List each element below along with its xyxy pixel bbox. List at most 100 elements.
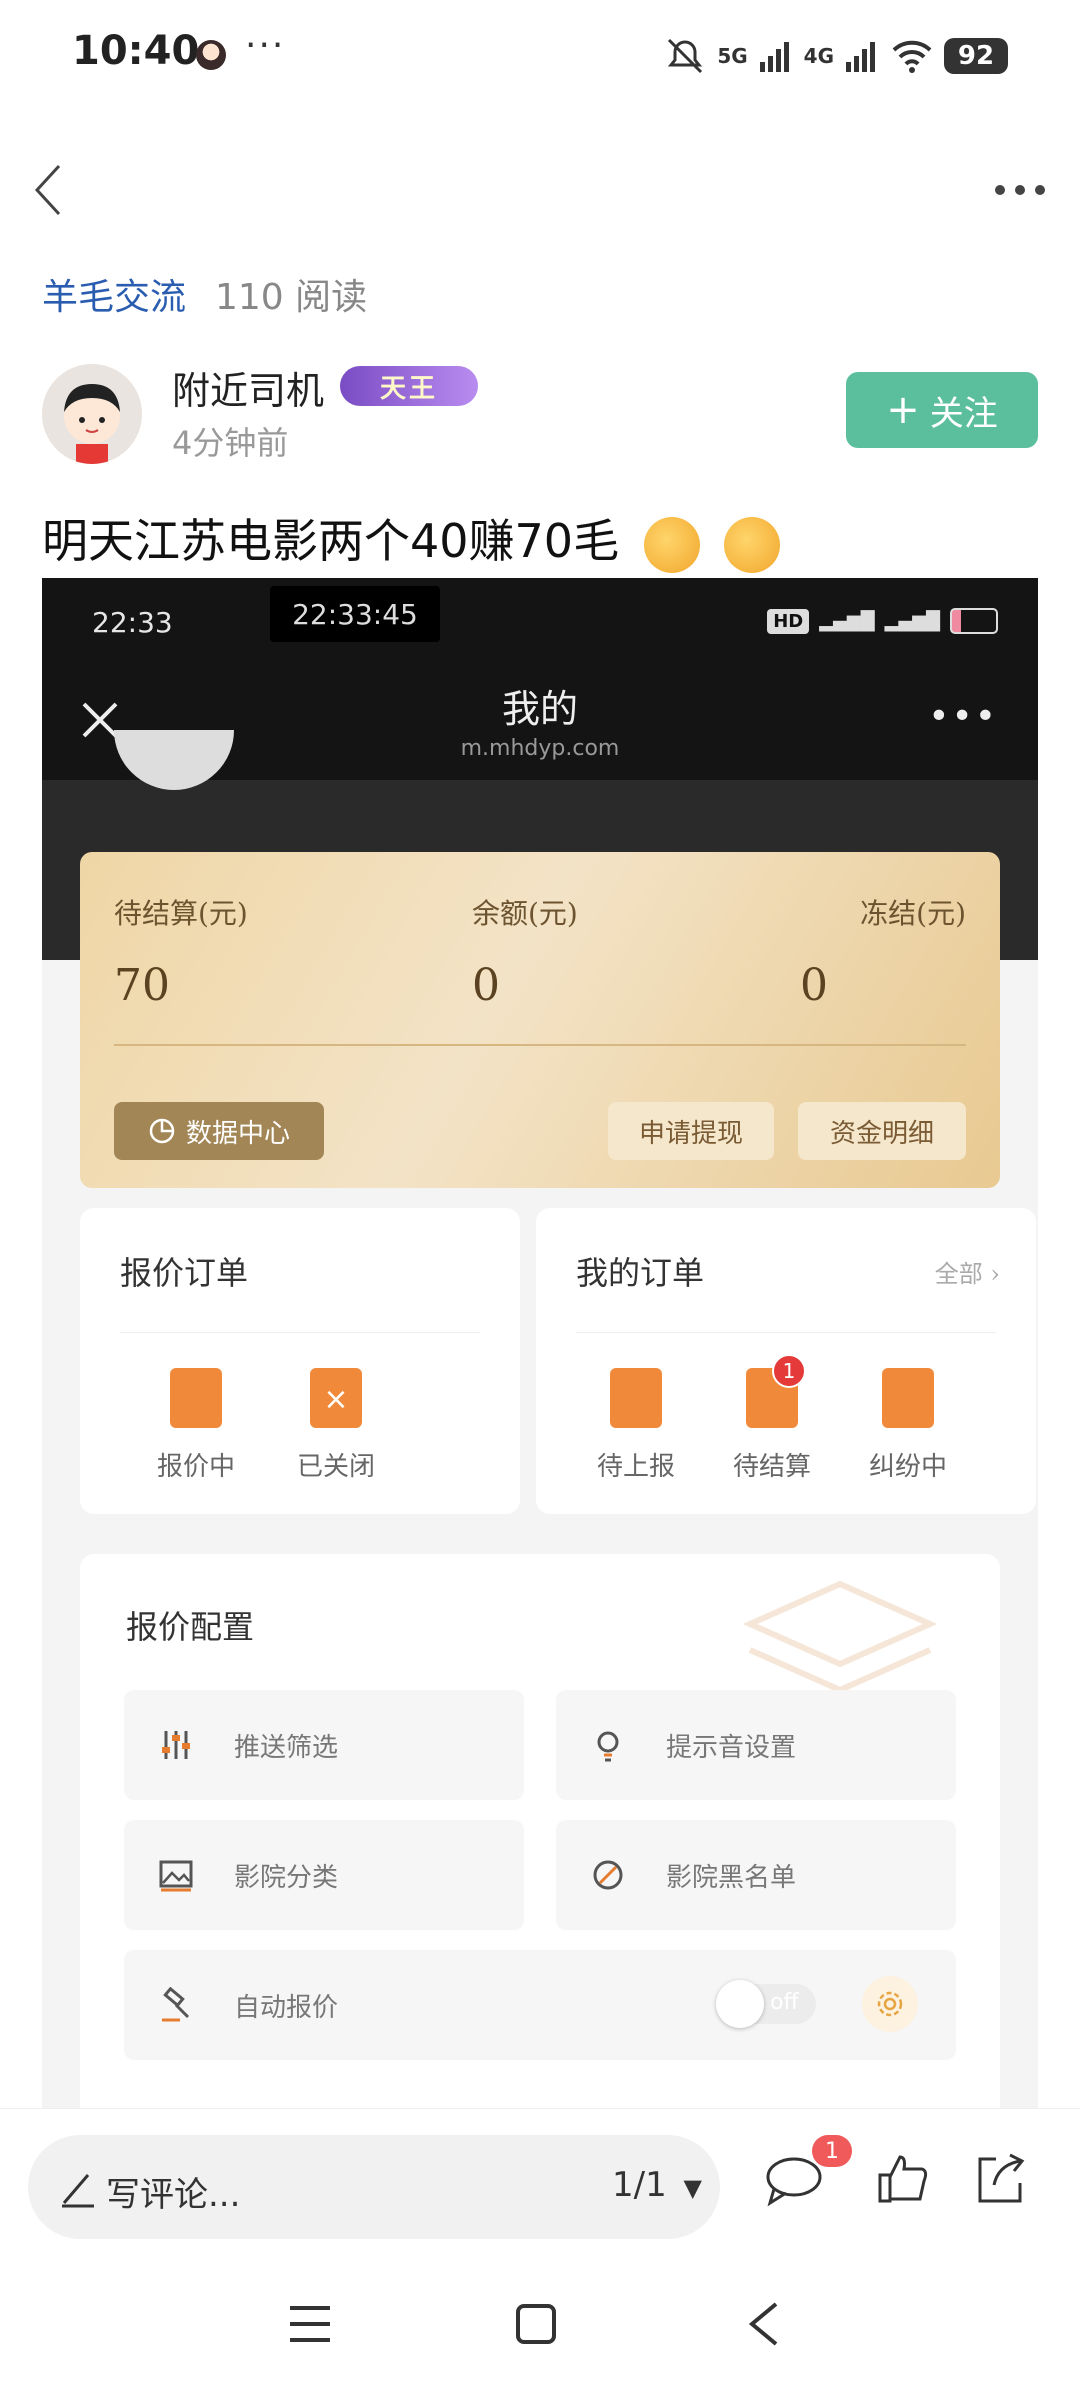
menu-icon[interactable] [286,2302,334,2346]
closed-item[interactable]: × 已关闭 [276,1368,396,1483]
closed-label: 已关闭 [296,1452,375,1482]
gavel-document-icon [170,1368,222,1428]
to-settle-badge: 1 [772,1354,806,1388]
to-settle-item[interactable]: 1 待结算 [712,1354,832,1483]
quote-config-title: 报价配置 [126,1608,255,1646]
chevron-right-icon: › [990,1260,1000,1288]
signal-bars-icon [759,42,789,72]
shot-status-time: 22:33 [92,606,173,639]
wallet-divider [114,1044,966,1046]
quoting-item[interactable]: 报价中 [136,1368,256,1483]
home-square-icon[interactable] [514,2302,558,2346]
pencil-icon [62,2174,94,2208]
follow-button[interactable]: + 关注 [846,372,1038,448]
avatar-illustration [42,364,142,464]
closed-document-icon: × [310,1368,362,1428]
comment-count-badge: 1 [812,2135,852,2167]
tongue-emoji-icon [724,516,781,573]
page-indicator[interactable]: 1/1 ▼ [612,2165,702,2205]
dispute-label: 纠纷中 [868,1452,947,1482]
cinema-category-label: 影院分类 [234,1862,339,1893]
author-avatar[interactable] [42,364,142,464]
shot-signal-icon: ▂▄▆█ [819,610,875,632]
signal-bars-icon-2 [846,42,875,72]
signal-5g-icon: 5G [717,44,748,68]
view-all-orders-link[interactable]: 全部 › [935,1254,1000,1289]
block-icon [586,1853,630,1897]
push-filter-label: 推送筛选 [234,1732,339,1763]
balance-value: 0 [472,960,500,1011]
back-button[interactable] [18,150,78,230]
data-center-button[interactable]: 数据中心 [114,1102,324,1160]
page-indicator-text: 1/1 [612,2165,667,2205]
panel-divider [120,1332,480,1333]
embedded-screenshot[interactable]: 22:33 22:33:45 HD ▂▄▆█ ▂▄▆█ 我的 m.mhdyp.c… [42,578,1038,2108]
pending-label: 待结算(元) [114,897,248,930]
shot-battery-icon [950,608,998,634]
battery-indicator: 92 [944,38,1008,74]
author-level-badge: 天王 [340,366,478,406]
shot-page-title: 我的 [501,687,578,731]
chevron-left-icon [34,164,61,216]
quote-orders-panel: 报价订单 报价中 × 已关闭 [80,1208,520,1514]
settings-gear-icon[interactable] [862,1976,918,2032]
wifi-icon [892,40,932,73]
cinema-blacklist-tile[interactable]: 影院黑名单 [556,1820,956,1930]
sound-settings-label: 提示音设置 [666,1732,797,1763]
post-title-text: 明天江苏电影两个40赚70毛 [42,514,620,568]
shot-signal-icon-2: ▂▄▆█ [884,610,940,632]
dispute-item[interactable]: 纠纷中 [848,1368,968,1483]
shot-hd-icon: HD [767,608,810,634]
more-options-button[interactable] [980,160,1060,220]
data-center-label: 数据中心 [185,1118,290,1149]
lightbulb-icon [586,1723,630,1767]
to-report-label: 待上报 [596,1452,675,1482]
status-time: 10:40 [72,28,200,74]
decorative-layers-icon [742,1580,938,1694]
author-name[interactable]: 附近司机 [172,360,324,415]
yuan-document-icon: 1 [746,1354,806,1428]
fund-details-button[interactable]: 资金明细 [798,1102,966,1160]
status-icons: 5G 4G 92 [663,34,1008,78]
status-notification-avatar [196,40,226,70]
sliders-icon [154,1723,198,1767]
follow-label: 关注 [929,393,998,434]
cinema-blacklist-label: 影院黑名单 [666,1862,797,1893]
withdraw-button[interactable]: 申请提现 [608,1102,774,1160]
my-orders-title: 我的订单 [576,1254,705,1292]
triangle-down-icon: ▼ [683,2174,702,2202]
image-icon [154,1853,198,1897]
shot-more-icon[interactable]: ••• [928,696,998,737]
pending-value: 70 [114,960,170,1011]
to-settle-label: 待结算 [732,1452,811,1482]
pie-chart-icon [149,1118,175,1144]
shot-avatar-partial [114,730,234,790]
auto-quote-toggle[interactable]: off [716,1980,816,2028]
auto-quote-label: 自动报价 [234,1992,339,2023]
gavel-icon [154,1983,198,2027]
frozen-label: 冻结(元) [860,897,966,930]
shot-floating-clock: 22:33:45 [270,586,440,642]
toggle-state-label: off [770,1990,799,2015]
share-icon[interactable] [972,2151,1028,2207]
quoting-label: 报价中 [156,1452,235,1482]
push-filter-tile[interactable]: 推送筛选 [124,1690,524,1800]
to-report-item[interactable]: 待上报 [576,1368,696,1483]
upload-document-icon [610,1368,662,1428]
bottom-action-bar: 写评论... 1/1 ▼ 1 [0,2108,1080,2239]
thumbs-up-icon[interactable] [876,2151,932,2207]
system-navigation-bar [0,2258,1080,2400]
frozen-value: 0 [800,960,828,1011]
more-horizontal-icon [995,185,1045,195]
auto-quote-tile: 自动报价 off [124,1950,956,2060]
topic-tag[interactable]: 羊毛交流 [42,268,186,320]
back-triangle-icon[interactable] [744,2300,784,2348]
status-more-dots: ··· [245,25,286,66]
view-all-label: 全部 [934,1260,983,1288]
cinema-category-tile[interactable]: 影院分类 [124,1820,524,1930]
post-title: 明天江苏电影两个40赚70毛 [42,505,781,573]
quote-orders-title: 报价订单 [120,1254,249,1292]
sound-settings-tile[interactable]: 提示音设置 [556,1690,956,1800]
comment-input[interactable]: 写评论... 1/1 ▼ [28,2135,720,2239]
post-time: 4分钟前 [172,424,289,462]
